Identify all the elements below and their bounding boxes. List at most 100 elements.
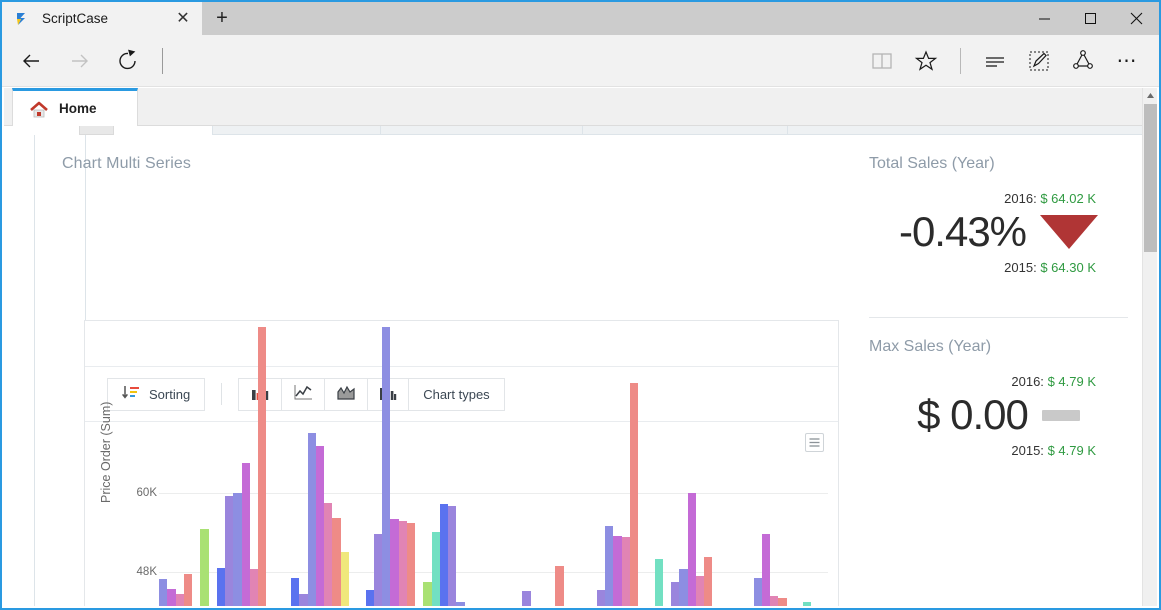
chart-plot: Price Order (Sum) 12K24K36K48K60K bbox=[85, 453, 838, 606]
chart-bar[interactable] bbox=[754, 578, 762, 606]
chart-bar[interactable] bbox=[613, 536, 621, 606]
refresh-button[interactable] bbox=[104, 41, 152, 81]
chart-bar[interactable] bbox=[399, 521, 407, 606]
chart-bar[interactable] bbox=[382, 327, 390, 606]
favorites-star-icon[interactable] bbox=[904, 41, 948, 81]
chart-bar[interactable] bbox=[555, 566, 563, 606]
chart-types-label: Chart types bbox=[423, 387, 489, 402]
browser-tab-scriptcase[interactable]: ScriptCase ✕ bbox=[2, 2, 202, 35]
bar-group bbox=[679, 453, 753, 606]
reading-view-icon[interactable] bbox=[860, 41, 904, 81]
chart-bar[interactable] bbox=[456, 602, 464, 606]
scrolled-grid-cell bbox=[582, 126, 787, 135]
chart-bar[interactable] bbox=[688, 493, 696, 606]
chart-card-header bbox=[85, 321, 838, 367]
scrolled-grid-cell bbox=[380, 126, 582, 135]
stat-top-value: $ 4.79 K bbox=[1048, 374, 1096, 389]
stat-big-value: -0.43% bbox=[899, 208, 1026, 256]
chart-bar[interactable] bbox=[374, 534, 382, 606]
chart-bar[interactable] bbox=[696, 576, 704, 606]
chart-bar[interactable] bbox=[803, 602, 811, 606]
app-tab-home[interactable]: Home bbox=[12, 88, 138, 126]
chart-bar[interactable] bbox=[184, 574, 192, 606]
chart-bar[interactable] bbox=[522, 591, 530, 606]
chart-types-button[interactable]: Chart types bbox=[408, 378, 504, 411]
more-options-icon[interactable]: ⋯ bbox=[1105, 41, 1149, 81]
forward-button[interactable] bbox=[56, 41, 104, 81]
chart-bar[interactable] bbox=[316, 446, 324, 606]
chart-bar[interactable] bbox=[324, 503, 332, 606]
bar-group bbox=[382, 453, 456, 606]
chart-bar[interactable] bbox=[176, 594, 184, 606]
page-scrollbar[interactable] bbox=[1142, 88, 1157, 606]
toolbar-divider bbox=[221, 383, 222, 405]
hamburger-menu-icon[interactable] bbox=[805, 433, 824, 452]
chart-bar[interactable] bbox=[167, 589, 175, 606]
chart-bar[interactable] bbox=[258, 327, 266, 606]
chart-bar[interactable] bbox=[630, 383, 638, 606]
scrolled-toolbar-button[interactable] bbox=[79, 126, 114, 135]
chart-bar[interactable] bbox=[762, 534, 770, 606]
bar-group bbox=[233, 453, 307, 606]
back-button[interactable] bbox=[8, 41, 56, 81]
area-chart-button[interactable] bbox=[324, 378, 367, 411]
stat-title: Max Sales (Year) bbox=[869, 338, 1128, 356]
maximize-button[interactable] bbox=[1067, 2, 1113, 35]
hub-icon[interactable] bbox=[973, 41, 1017, 81]
sort-descending-icon bbox=[122, 385, 139, 404]
chart-bar[interactable] bbox=[407, 523, 415, 607]
bar-group bbox=[605, 453, 679, 606]
y-axis-tick-label: 48K bbox=[115, 566, 157, 578]
stat-top-year: 2016: bbox=[1011, 374, 1044, 389]
chart-bar[interactable] bbox=[432, 532, 440, 606]
bar-group bbox=[531, 453, 605, 606]
chart-bar[interactable] bbox=[242, 463, 250, 606]
chart-bar[interactable] bbox=[341, 552, 349, 606]
sorting-button[interactable]: Sorting bbox=[107, 378, 205, 411]
chart-bar[interactable] bbox=[390, 519, 398, 606]
chart-bar[interactable] bbox=[778, 598, 786, 606]
chart-bar[interactable] bbox=[448, 506, 456, 606]
stat-max-sales: Max Sales (Year) 2016: $ 4.79 K $ 0.00 2… bbox=[869, 317, 1128, 458]
stat-big-value: $ 0.00 bbox=[917, 391, 1028, 439]
chart-bars bbox=[159, 453, 828, 606]
chart-bar[interactable] bbox=[704, 557, 712, 606]
stat-bottom-value: $ 4.79 K bbox=[1048, 443, 1096, 458]
y-axis-tick-label: 60K bbox=[115, 487, 157, 499]
chart-bar[interactable] bbox=[770, 596, 778, 607]
page-content: Chart Multi Series bbox=[4, 135, 1142, 606]
chart-bar[interactable] bbox=[250, 569, 258, 606]
line-chart-button[interactable] bbox=[281, 378, 324, 411]
chart-bar[interactable] bbox=[423, 582, 431, 606]
chart-bar[interactable] bbox=[597, 590, 605, 606]
chart-bar[interactable] bbox=[308, 433, 316, 606]
chart-bar[interactable] bbox=[679, 569, 687, 606]
chart-bar[interactable] bbox=[291, 578, 299, 606]
chart-bar[interactable] bbox=[332, 518, 340, 606]
minimize-button[interactable] bbox=[1021, 2, 1067, 35]
chart-bar[interactable] bbox=[159, 579, 167, 606]
close-button[interactable] bbox=[1113, 2, 1159, 35]
scroll-up-icon[interactable] bbox=[1143, 88, 1157, 103]
chart-bar[interactable] bbox=[655, 559, 663, 606]
scrollbar-thumb[interactable] bbox=[1144, 104, 1157, 252]
chart-bar[interactable] bbox=[225, 496, 233, 606]
stat-top-year: 2016: bbox=[1004, 191, 1037, 206]
chart-bar[interactable] bbox=[671, 582, 679, 606]
chart-bar[interactable] bbox=[200, 529, 208, 606]
web-notes-icon[interactable] bbox=[1017, 41, 1061, 81]
scrolled-grid-header bbox=[212, 126, 1157, 135]
stat-total-sales: Total Sales (Year) 2016: $ 64.02 K -0.43… bbox=[869, 135, 1128, 275]
chart-bar[interactable] bbox=[605, 526, 613, 606]
chart-bar[interactable] bbox=[440, 504, 448, 606]
chart-bar[interactable] bbox=[217, 568, 225, 606]
chart-bar[interactable] bbox=[366, 590, 374, 606]
navbar-divider-2 bbox=[960, 48, 961, 74]
share-icon[interactable] bbox=[1061, 41, 1105, 81]
app-tab-label: Home bbox=[59, 101, 97, 116]
close-icon[interactable]: ✕ bbox=[174, 11, 192, 27]
chart-bar[interactable] bbox=[622, 537, 630, 606]
chart-bar[interactable] bbox=[299, 594, 307, 606]
new-tab-button[interactable]: + bbox=[202, 2, 242, 35]
chart-bar[interactable] bbox=[233, 493, 241, 606]
